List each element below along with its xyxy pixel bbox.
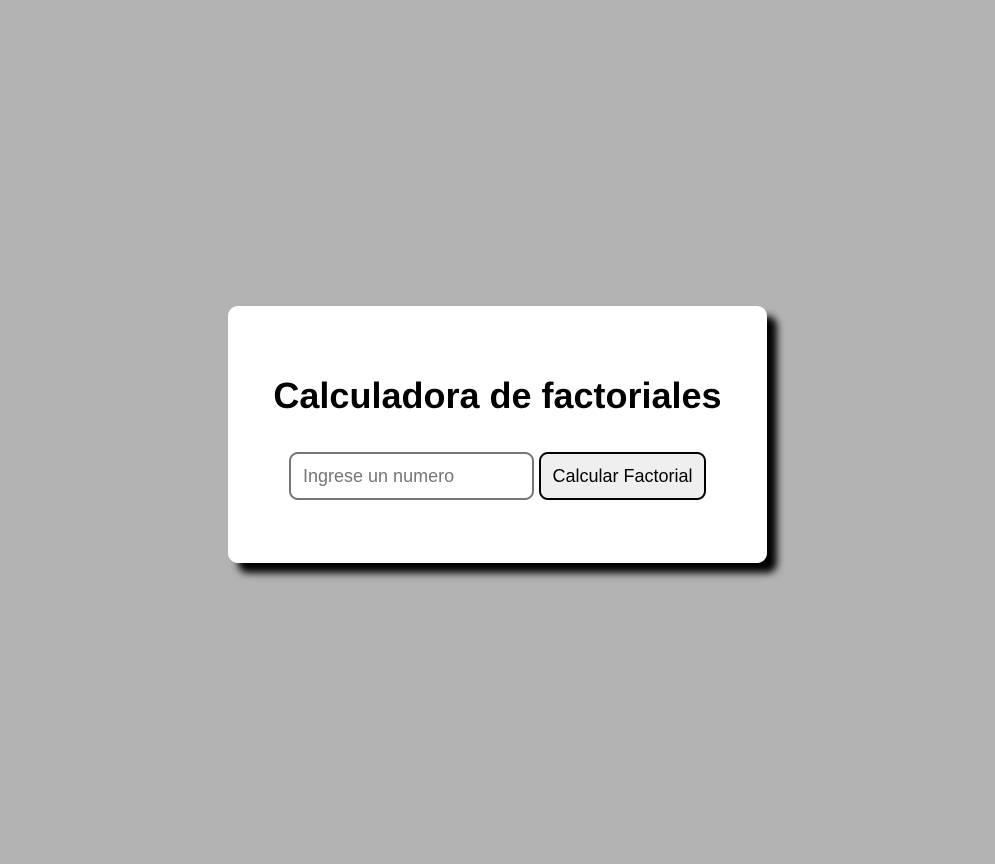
number-input[interactable] xyxy=(289,452,534,500)
calculator-card: Calculadora de factoriales Calcular Fact… xyxy=(228,306,767,563)
page-title: Calculadora de factoriales xyxy=(273,375,722,416)
calculate-factorial-button[interactable]: Calcular Factorial xyxy=(539,452,706,500)
